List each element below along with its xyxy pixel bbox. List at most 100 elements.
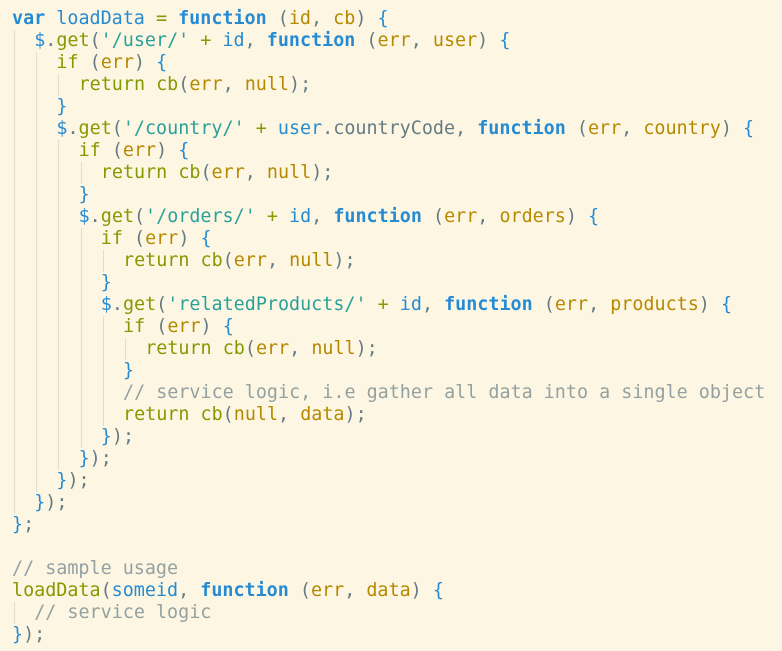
code-line[interactable]: return cb(err, null); — [12, 162, 782, 184]
code-line[interactable]: } — [12, 184, 782, 206]
code-line[interactable]: return cb(null, data); — [12, 404, 782, 426]
code-token-identifier: someid — [111, 580, 179, 601]
code-editor[interactable]: var loadData = function (id, cb) {$.get(… — [0, 0, 782, 651]
code-token-punct: ) — [565, 206, 577, 227]
code-token-null: null — [289, 250, 334, 271]
code-token-punct: ( — [222, 404, 234, 425]
code-token-return: get — [78, 118, 112, 139]
indent-guide — [14, 52, 15, 74]
code-token-return: if — [100, 228, 123, 249]
code-token-return: get — [56, 30, 90, 51]
code-token-param: orders — [499, 206, 566, 227]
indent-guide — [102, 338, 104, 360]
code-token-string: 'relatedProducts/' — [167, 294, 367, 315]
code-line[interactable]: $.get('/country/' + user.countryCode, fu… — [12, 118, 782, 140]
code-line[interactable]: }); — [12, 492, 782, 514]
code-line[interactable]: // service logic, i.e gather all data in… — [12, 382, 782, 404]
code-token-bracket: } — [100, 272, 112, 293]
code-token-punct: ( — [111, 118, 123, 139]
indent-guide — [14, 602, 15, 624]
code-token-string: '/orders/' — [145, 206, 256, 227]
code-token-punct: ); — [23, 624, 46, 645]
indent-guide — [14, 228, 15, 250]
indent-guide — [58, 404, 60, 426]
indent-guide — [58, 316, 60, 338]
code-token-punct: ); — [67, 470, 90, 491]
code-token-punct: ) — [133, 52, 145, 73]
indent-guide — [14, 162, 15, 184]
code-line[interactable]: var loadData = function (id, cb) { — [12, 8, 782, 30]
code-token-bracket: { — [156, 52, 168, 73]
indent-guide — [80, 426, 82, 448]
code-line[interactable]: $.get('/user/' + id, function (err, user… — [12, 30, 782, 52]
code-line[interactable]: $.get('relatedProducts/' + id, function … — [12, 294, 782, 316]
code-line[interactable]: } — [12, 272, 782, 294]
code-line[interactable]: return cb(err, null); — [12, 250, 782, 272]
code-line[interactable]: } — [12, 360, 782, 382]
code-token-null: null — [266, 162, 312, 183]
code-token-return: cb — [156, 74, 179, 95]
code-token-return: return — [145, 338, 212, 359]
indent-guide — [14, 316, 15, 338]
code-token-bracket: } — [78, 184, 90, 205]
code-line[interactable]: if (err) { — [12, 228, 782, 250]
code-line[interactable]: $.get('/orders/' + id, function (err, or… — [12, 206, 782, 228]
code-token-identifier: $ — [78, 206, 90, 227]
code-line[interactable]: return cb(err, null); — [12, 338, 782, 360]
indent-guide — [14, 404, 15, 426]
code-line[interactable]: if (err) { — [12, 316, 782, 338]
code-line[interactable]: }); — [12, 448, 782, 470]
code-line[interactable]: if (err) { — [12, 140, 782, 162]
code-token-bracket: } — [34, 492, 46, 513]
code-token-punct: ) — [477, 30, 489, 51]
indent-guide — [80, 272, 82, 294]
code-line[interactable]: // sample usage — [12, 558, 782, 580]
code-line[interactable]: }); — [12, 426, 782, 448]
code-line[interactable]: }); — [12, 470, 782, 492]
indent-guide — [80, 250, 82, 272]
code-token-function: function — [178, 8, 267, 29]
code-line[interactable] — [12, 536, 782, 558]
code-line[interactable]: // service logic — [12, 602, 782, 624]
code-token-punct: ) — [200, 316, 212, 337]
indent-guide — [58, 338, 60, 360]
code-token-bracket: { — [499, 30, 511, 51]
code-token-bracket: } — [12, 624, 24, 645]
code-line[interactable]: } — [12, 96, 782, 118]
code-token-punct: ( — [277, 8, 289, 29]
indent-guide — [80, 404, 82, 426]
code-token-bracket: { — [222, 316, 234, 337]
code-token-return: if — [78, 140, 101, 161]
code-token-punct: , — [455, 118, 478, 139]
indent-guide — [80, 338, 82, 360]
code-line[interactable]: }); — [12, 624, 782, 646]
code-token-bracket: { — [720, 294, 733, 315]
code-line[interactable]: loadData(someid, function (err, data) { — [12, 580, 782, 602]
indent-guide — [58, 272, 60, 294]
code-token-identifier: id — [222, 30, 245, 51]
indent-guide — [36, 382, 38, 404]
code-body[interactable]: var loadData = function (id, cb) {$.get(… — [12, 8, 782, 646]
code-line[interactable]: return cb(err, null); — [12, 74, 782, 96]
indent-guide — [36, 250, 38, 272]
code-line[interactable]: }; — [12, 514, 782, 536]
code-token-bracket: { — [742, 118, 755, 139]
code-token-punct: , — [222, 74, 245, 95]
indent-guide — [102, 404, 104, 426]
code-token-function: function — [333, 206, 422, 227]
indent-guide — [125, 338, 126, 360]
indent-guide — [36, 96, 38, 118]
code-line[interactable]: if (err) { — [12, 52, 782, 74]
code-token-punct: , — [477, 206, 500, 227]
indent-guide — [36, 316, 38, 338]
indent-guide — [36, 404, 38, 426]
code-token-punct: ( — [200, 162, 212, 183]
code-token-punct: ( — [89, 52, 101, 73]
